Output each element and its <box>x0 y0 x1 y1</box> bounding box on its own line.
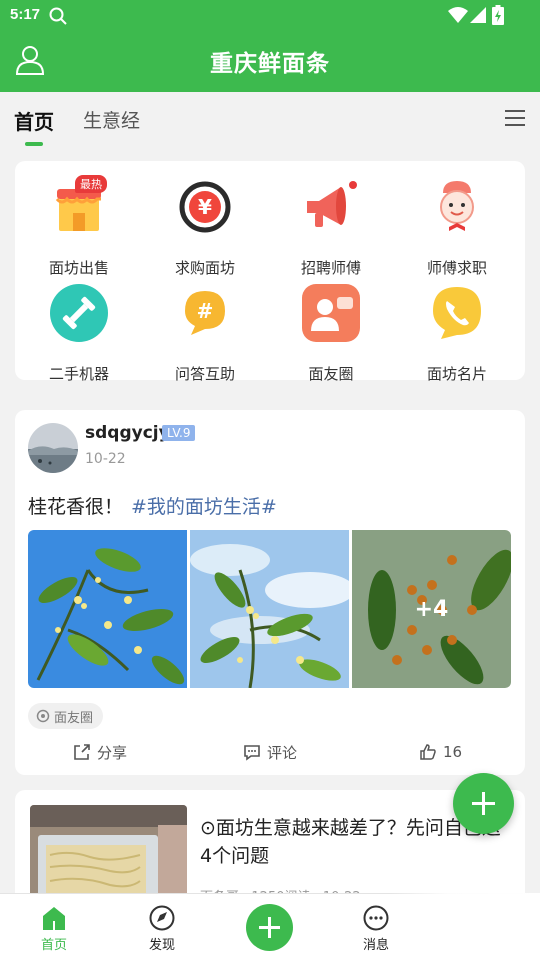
nav-fade-overlay <box>388 893 540 960</box>
tab-home[interactable]: 首页 <box>14 106 54 135</box>
wifi-icon <box>448 7 468 23</box>
chef-icon <box>440 181 474 231</box>
share-icon <box>74 744 90 760</box>
category-label: 面友圈 <box>308 365 354 383</box>
comment-label: 评论 <box>267 743 298 762</box>
hashtag-chat-icon: # <box>185 291 225 335</box>
post-image[interactable] <box>28 530 187 688</box>
app-header: 5:17 重庆鲜面条 <box>0 0 540 92</box>
avatar[interactable] <box>28 423 78 473</box>
category-chef-job[interactable]: 师傅求职 <box>397 177 517 277</box>
category-grid: 最热 面坊出售 ¥ 求购面坊 招聘师傅 师傅求职 二手机器 # 问答互助 面友圈… <box>15 161 525 383</box>
category-hire-chef[interactable]: 招聘师傅 <box>271 177 391 277</box>
nav-home[interactable]: 首页 <box>14 904 94 953</box>
category-label: 问答互助 <box>174 365 235 383</box>
svg-text:¥: ¥ <box>198 195 212 219</box>
svg-text:#: # <box>197 299 214 323</box>
like-count: 16 <box>443 743 463 761</box>
comment-icon <box>244 745 260 761</box>
category-label: 师傅求职 <box>426 259 487 277</box>
tab-bar: 首页 生意经 <box>0 92 540 152</box>
category-label: 求购面坊 <box>174 259 235 277</box>
page-title: 重庆鲜面条 <box>210 51 330 77</box>
nav-label: 首页 <box>40 938 67 953</box>
hot-badge: 最热 <box>75 175 107 193</box>
post-image[interactable]: +4 <box>352 530 511 688</box>
osmanthus-photo <box>28 530 187 688</box>
category-noodle-friends[interactable]: 面友圈 <box>271 283 391 383</box>
home-icon <box>43 907 65 930</box>
post-text: 桂花香很！ #我的面坊生活# <box>28 492 277 519</box>
topic-chip[interactable]: 面友圈 <box>28 703 104 729</box>
post-image[interactable] <box>190 530 349 688</box>
category-shop-card[interactable]: 面坊名片 <box>397 283 517 383</box>
status-bar: 5:17 <box>0 0 540 32</box>
plus-icon <box>259 917 280 938</box>
phone-card-icon <box>433 287 481 339</box>
post-username[interactable]: sdqgycjy <box>85 423 170 443</box>
tab-business[interactable]: 生意经 <box>83 106 140 133</box>
osmanthus-sky-photo <box>190 530 349 688</box>
thumbs-up-icon <box>420 744 436 760</box>
post-body: 桂花香很！ <box>28 496 124 518</box>
category-qa[interactable]: # 问答互助 <box>145 283 265 383</box>
category-label: 面坊出售 <box>48 259 109 277</box>
comment-button[interactable]: 评论 <box>243 740 297 764</box>
like-button[interactable]: 16 <box>419 740 462 764</box>
feed-post: sdqgycjy LV.9 10-22 桂花香很！ #我的面坊生活# +4 面友… <box>15 410 525 775</box>
category-label: 招聘师傅 <box>300 259 361 277</box>
topic-chip-label: 面友圈 <box>54 710 94 726</box>
article-item[interactable]: ⊙面坊生意越来越差了？先问自己这4个问题 面条哥 · 1250阅读 · 10-2… <box>15 790 525 910</box>
tab-active-indicator <box>25 142 43 146</box>
nav-label: 发现 <box>148 938 175 953</box>
share-button[interactable]: 分享 <box>73 740 127 764</box>
discover-icon <box>149 905 175 931</box>
post-hashtag[interactable]: #我的面坊生活# <box>131 496 277 518</box>
level-badge: LV.9 <box>162 425 196 441</box>
avatar-image <box>28 423 78 473</box>
signal-icon <box>470 7 486 23</box>
message-icon <box>363 905 389 931</box>
battery-icon <box>492 5 504 25</box>
circle-icon <box>36 709 50 723</box>
category-shop-sale[interactable]: 最热 面坊出售 <box>19 175 139 277</box>
share-label: 分享 <box>97 743 128 762</box>
plus-icon <box>472 792 495 815</box>
people-chat-icon <box>302 284 360 342</box>
category-label: 面坊名片 <box>426 365 487 383</box>
yen-icon: ¥ <box>179 181 231 233</box>
nav-discover[interactable]: 发现 <box>122 904 202 953</box>
new-post-fab[interactable] <box>453 773 514 834</box>
search-icon <box>49 7 67 25</box>
menu-icon[interactable] <box>504 108 526 128</box>
category-label: 二手机器 <box>48 365 109 383</box>
dumbbell-icon <box>50 284 108 342</box>
category-used-machine[interactable]: 二手机器 <box>19 283 139 383</box>
category-buy-shop[interactable]: ¥ 求购面坊 <box>145 177 265 277</box>
more-images-overlay[interactable]: +4 <box>352 530 511 688</box>
post-date: 10-22 <box>85 451 126 467</box>
status-time: 5:17 <box>10 6 41 23</box>
nav-publish-button[interactable] <box>246 904 293 951</box>
megaphone-icon <box>307 181 357 227</box>
